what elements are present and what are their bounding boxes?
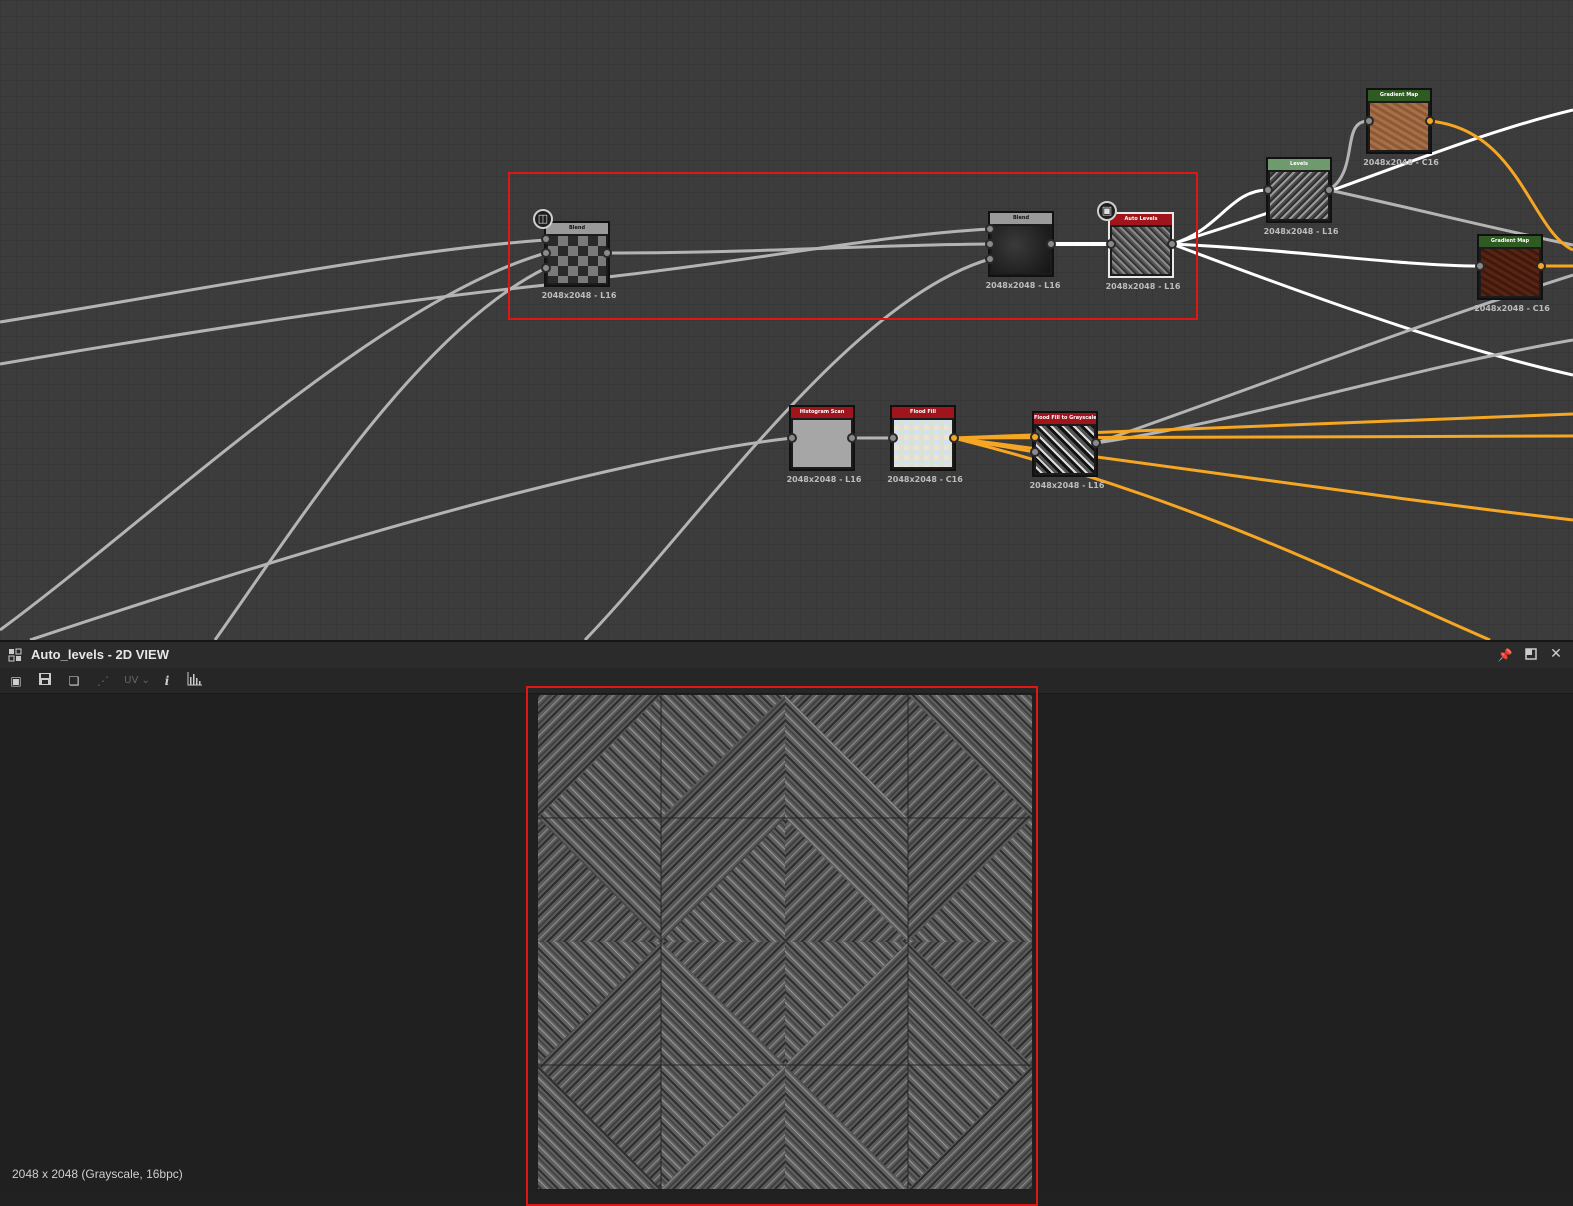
node-resolution: 2048x2048 - L16 [786, 475, 862, 484]
checker-icon: ▣ [1097, 201, 1117, 221]
output-port[interactable] [1091, 438, 1101, 448]
output-port[interactable] [1167, 239, 1177, 249]
node-title: Blend [546, 223, 608, 234]
node-flood-fill[interactable]: Flood Fill 2048x2048 - C16 [887, 405, 963, 484]
input-port[interactable] [985, 224, 995, 234]
input-port[interactable] [1364, 116, 1374, 126]
status-text: 2048 x 2048 (Grayscale, 16bpc) [12, 1167, 183, 1181]
histogram-icon[interactable] [186, 672, 204, 690]
pin-icon[interactable]: 📌 [1497, 648, 1513, 662]
image-viewport[interactable] [0, 686, 1573, 1206]
graph-wires [0, 108, 1573, 640]
save-icon[interactable] [36, 672, 54, 690]
texture-preview [538, 695, 1032, 1189]
node-gradient-map[interactable]: Gradient Map 2048x2048 - C16 [1363, 88, 1439, 167]
share-icon[interactable]: ⋰ [94, 672, 112, 690]
node-graph-canvas[interactable]: Blend 2048x2048 - L16 ◫ Blend 2048x2048 … [0, 0, 1573, 640]
close-icon[interactable]: ✕ [1548, 647, 1564, 661]
node-title: Auto Levels [1110, 214, 1172, 225]
uv-label: UV [124, 675, 139, 686]
output-port[interactable] [847, 433, 857, 443]
node-thumbnail [548, 236, 606, 283]
output-port[interactable] [1536, 261, 1546, 271]
output-port[interactable] [1046, 239, 1056, 249]
node-thumbnail [992, 226, 1050, 273]
maximize-icon[interactable] [1523, 648, 1539, 663]
node-histogram-scan[interactable]: Histogram Scan 2048x2048 - L16 [787, 405, 861, 484]
input-port[interactable] [1475, 261, 1485, 271]
node-resolution: 2048x2048 - C16 [887, 475, 963, 484]
wire [213, 266, 547, 640]
node-levels[interactable]: Levels 2048x2048 - L16 [1264, 157, 1338, 236]
node-thumbnail [1370, 103, 1428, 150]
node-title: Flood Fill [892, 407, 954, 418]
node-resolution: 2048x2048 - L16 [1263, 227, 1339, 236]
node-resolution: 2048x2048 - L16 [985, 281, 1061, 290]
node-gradient-map[interactable]: Gradient Map 2048x2048 - C16 [1474, 234, 1550, 313]
input-port[interactable] [541, 263, 551, 273]
node-thumbnail [1112, 227, 1170, 274]
node-title: Gradient Map [1479, 236, 1541, 247]
input-port[interactable] [1030, 447, 1040, 457]
node-title: Levels [1268, 159, 1330, 170]
node-thumbnail [793, 420, 851, 467]
copy-icon[interactable]: ❏ [65, 672, 83, 690]
node-thumbnail [1036, 426, 1094, 473]
node-thumbnail [1270, 172, 1328, 219]
2d-view-panel: Auto_levels - 2D VIEW 📌 ✕ ▣ ❏ ⋰ UV ⌄ i 2… [0, 640, 1573, 1206]
input-port[interactable] [1030, 432, 1040, 442]
input-port[interactable] [888, 433, 898, 443]
input-port[interactable] [1263, 185, 1273, 195]
panel-title: Auto_levels - 2D VIEW [31, 647, 169, 662]
node-blend[interactable]: Blend 2048x2048 - L16 [986, 211, 1060, 290]
output-port[interactable] [1425, 116, 1435, 126]
node-resolution: 2048x2048 - L16 [1105, 282, 1181, 291]
node-resolution: 2048x2048 - C16 [1474, 304, 1550, 313]
node-resolution: 2048x2048 - L16 [541, 291, 617, 300]
input-port[interactable] [1106, 239, 1116, 249]
parquet-tiles [538, 695, 1032, 1189]
node-title: Histogram Scan [791, 407, 853, 418]
uv-dropdown[interactable]: UV ⌄ [120, 672, 154, 690]
node-title: Gradient Map [1368, 90, 1430, 101]
wire [0, 238, 547, 324]
input-port[interactable] [787, 433, 797, 443]
input-port[interactable] [541, 234, 551, 244]
input-port[interactable] [985, 239, 995, 249]
node-auto-levels[interactable]: Auto Levels 2048x2048 - L16 [1106, 212, 1180, 291]
node-flood-fill-to-grayscale[interactable]: Flood Fill to Grayscale 2048x2048 - L16 [1030, 411, 1104, 490]
output-port[interactable] [949, 433, 959, 443]
node-resolution: 2048x2048 - L16 [1029, 481, 1105, 490]
node-blend[interactable]: Blend 2048x2048 - L16 [542, 221, 616, 300]
node-title: Blend [990, 213, 1052, 224]
node-thumbnail [1481, 249, 1539, 296]
input-port[interactable] [985, 254, 995, 264]
export-icon[interactable]: ▣ [7, 672, 25, 690]
node-title: Flood Fill to Grayscale [1034, 413, 1096, 424]
panel-view-icon [8, 648, 22, 662]
node-thumbnail [894, 420, 952, 467]
output-port[interactable] [1324, 185, 1334, 195]
panel-titlebar: Auto_levels - 2D VIEW 📌 ✕ [0, 642, 1573, 668]
input-port[interactable] [541, 248, 551, 258]
wire [29, 436, 793, 640]
output-port[interactable] [602, 248, 612, 258]
info-icon[interactable]: i [158, 672, 176, 690]
node-resolution: 2048x2048 - C16 [1363, 158, 1439, 167]
document-icon: ◫ [533, 209, 553, 229]
